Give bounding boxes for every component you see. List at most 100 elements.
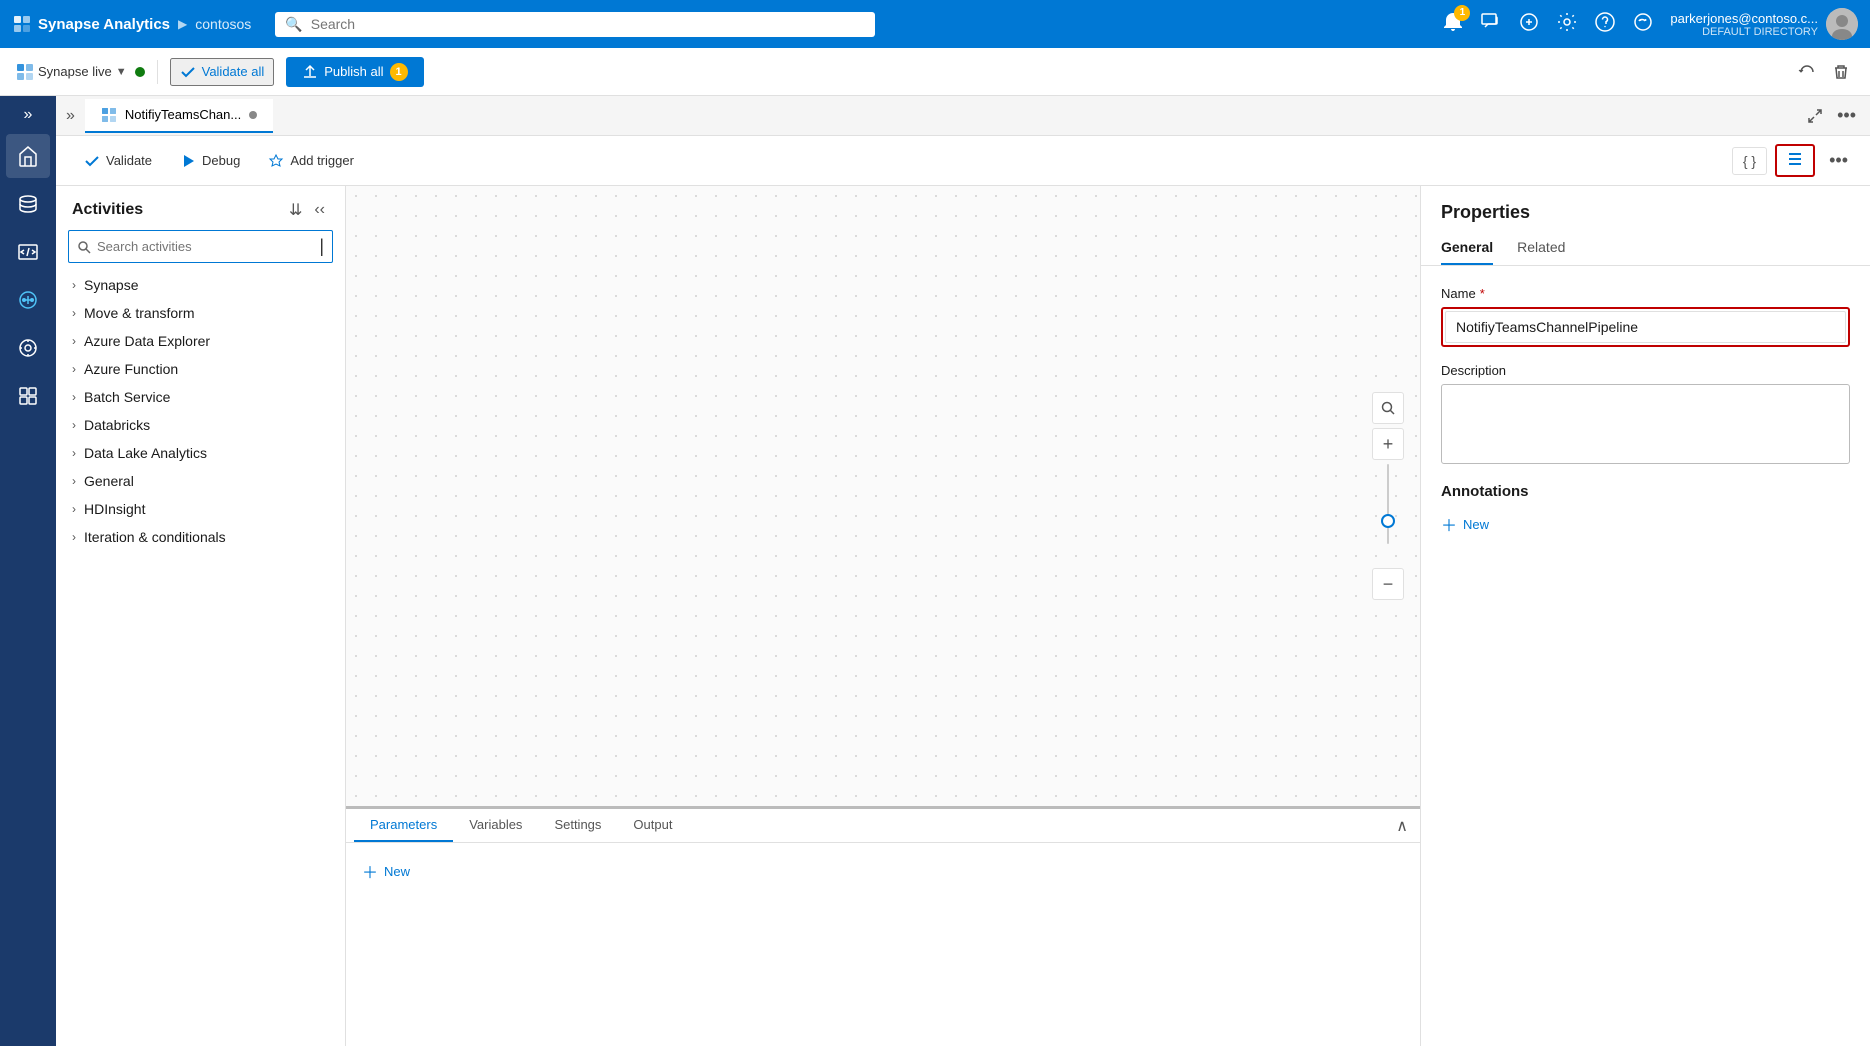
toolbar-divider bbox=[157, 60, 158, 84]
bottom-tab-output[interactable]: Output bbox=[617, 809, 688, 842]
validate-button[interactable]: Validate bbox=[72, 147, 164, 175]
synapse-live-button[interactable]: Synapse live ▼ bbox=[16, 63, 145, 81]
nav-icons-group: 1 bbox=[1442, 8, 1858, 40]
brand-logo: Synapse Analytics bbox=[12, 14, 170, 34]
bottom-tab-variables[interactable]: Variables bbox=[453, 809, 538, 842]
bottom-panel-collapse-button[interactable]: ∧ bbox=[1392, 814, 1412, 838]
bottom-tab-settings[interactable]: Settings bbox=[538, 809, 617, 842]
activity-group-synapse[interactable]: › Synapse bbox=[56, 271, 345, 299]
required-indicator: * bbox=[1480, 286, 1485, 301]
chevron-icon: › bbox=[72, 502, 76, 516]
description-input[interactable] bbox=[1441, 384, 1850, 464]
debug-button[interactable]: Debug bbox=[168, 147, 252, 175]
sidebar-item-data[interactable] bbox=[6, 182, 50, 226]
pipeline-tab-icon bbox=[101, 107, 117, 123]
refresh-button[interactable] bbox=[1794, 59, 1820, 85]
expand-button[interactable] bbox=[1803, 104, 1827, 128]
chat-icon[interactable] bbox=[1480, 11, 1502, 38]
activity-group-general[interactable]: › General bbox=[56, 467, 345, 495]
sidebar-item-home[interactable] bbox=[6, 134, 50, 178]
activity-group-databricks[interactable]: › Databricks bbox=[56, 411, 345, 439]
annotations-title: Annotations bbox=[1441, 483, 1850, 500]
feedback-icon[interactable] bbox=[1632, 11, 1654, 38]
canvas-search-button[interactable] bbox=[1372, 392, 1404, 424]
cursor-icon: | bbox=[319, 236, 324, 257]
activity-group-batch-service[interactable]: › Batch Service bbox=[56, 383, 345, 411]
sidebar-item-monitor[interactable] bbox=[6, 326, 50, 370]
activity-group-move-transform[interactable]: › Move & transform bbox=[56, 299, 345, 327]
bottom-panel: Parameters Variables Settings Output ∧ bbox=[346, 806, 1420, 1046]
tab-bar-right: ••• bbox=[1803, 100, 1862, 131]
plus-icon: ＋ bbox=[362, 859, 378, 883]
tab-settings-label: Settings bbox=[554, 817, 601, 832]
zoom-slider[interactable] bbox=[1387, 464, 1389, 564]
chevron-icon: › bbox=[72, 390, 76, 404]
prop-tab-related[interactable]: Related bbox=[1517, 231, 1565, 265]
validate-all-button[interactable]: Validate all bbox=[170, 58, 275, 86]
nav-chevron-icon: ▶ bbox=[178, 17, 187, 31]
pipeline-more-button[interactable]: ••• bbox=[1823, 145, 1854, 176]
tab-notifiy-teams[interactable]: NotifiyTeamsChan... bbox=[85, 99, 273, 133]
activities-header: Activities ⇊ ‹‹ bbox=[56, 186, 345, 230]
properties-view-button[interactable] bbox=[1775, 144, 1815, 177]
avatar[interactable] bbox=[1826, 8, 1858, 40]
user-name: parkerjones@contoso.c... bbox=[1670, 11, 1818, 26]
notification-badge: 1 bbox=[1454, 5, 1470, 21]
activities-search-box[interactable]: | bbox=[68, 230, 333, 263]
activity-group-label: Synapse bbox=[84, 277, 138, 293]
second-toolbar: Synapse live ▼ Validate all Publish all … bbox=[0, 48, 1870, 96]
canvas-zoom-in-button[interactable]: + bbox=[1372, 428, 1404, 460]
publish-all-button[interactable]: Publish all 1 bbox=[286, 57, 423, 87]
activities-close-button[interactable]: ‹‹ bbox=[310, 198, 329, 222]
canvas-zoom-out-button[interactable]: − bbox=[1372, 568, 1404, 600]
prop-tab-general[interactable]: General bbox=[1441, 231, 1493, 265]
sidebar-panel-collapse-button[interactable]: » bbox=[64, 105, 77, 127]
activity-group-label: Data Lake Analytics bbox=[84, 445, 207, 461]
validate-all-label: Validate all bbox=[202, 64, 265, 79]
user-info[interactable]: parkerjones@contoso.c... DEFAULT DIRECTO… bbox=[1670, 8, 1858, 40]
activities-collapse-all-button[interactable]: ⇊ bbox=[285, 198, 306, 222]
activity-group-data-lake-analytics[interactable]: › Data Lake Analytics bbox=[56, 439, 345, 467]
activity-group-label: Azure Function bbox=[84, 361, 178, 377]
activity-group-azure-function[interactable]: › Azure Function bbox=[56, 355, 345, 383]
name-input[interactable] bbox=[1445, 311, 1846, 343]
sidebar-collapse-button[interactable]: » bbox=[22, 104, 35, 126]
tab-more-button[interactable]: ••• bbox=[1831, 100, 1862, 131]
activities-search-input[interactable] bbox=[97, 239, 313, 254]
sidebar-item-integrate[interactable] bbox=[6, 278, 50, 322]
tab-bar: » NotifiyTeamsChan... ••• bbox=[56, 96, 1870, 136]
breadcrumb[interactable]: contosos bbox=[195, 16, 251, 32]
global-search-box[interactable]: 🔍 bbox=[275, 12, 875, 37]
activity-group-iteration-conditionals[interactable]: › Iteration & conditionals bbox=[56, 523, 345, 551]
activity-group-label: Azure Data Explorer bbox=[84, 333, 210, 349]
sidebar-item-manage[interactable] bbox=[6, 374, 50, 418]
properties-tabs: General Related bbox=[1421, 231, 1870, 266]
bottom-tab-parameters[interactable]: Parameters bbox=[354, 809, 453, 842]
new-annotation-label: New bbox=[1463, 517, 1489, 532]
publish-badge: 1 bbox=[390, 63, 408, 81]
help-icon[interactable] bbox=[1594, 11, 1616, 38]
activity-group-azure-data-explorer[interactable]: › Azure Data Explorer bbox=[56, 327, 345, 355]
notifications-icon[interactable]: 1 bbox=[1442, 11, 1464, 38]
delete-button[interactable] bbox=[1828, 59, 1854, 85]
activity-group-hdinsight[interactable]: › HDInsight bbox=[56, 495, 345, 523]
bell-icon[interactable] bbox=[1518, 11, 1540, 38]
add-annotation-button[interactable]: ＋ New bbox=[1441, 508, 1850, 540]
properties-panel: Properties General Related Name * bbox=[1420, 186, 1870, 1046]
bottom-tabs-right: ∧ bbox=[1392, 814, 1412, 838]
settings-nav-icon[interactable] bbox=[1556, 11, 1578, 38]
sidebar-item-develop[interactable] bbox=[6, 230, 50, 274]
canvas-container[interactable]: + − bbox=[346, 186, 1420, 806]
main-layout: » bbox=[0, 96, 1870, 1046]
properties-content: Name * Description Annotations ＋ New bbox=[1421, 266, 1870, 1046]
bottom-tabs: Parameters Variables Settings Output ∧ bbox=[346, 809, 1420, 843]
add-parameter-button[interactable]: ＋ New bbox=[362, 855, 1404, 887]
prop-general-label: General bbox=[1441, 239, 1493, 255]
activity-group-label: HDInsight bbox=[84, 501, 145, 517]
canvas-background bbox=[346, 186, 1420, 806]
code-view-button[interactable]: { } bbox=[1732, 147, 1767, 175]
synapse-live-icon bbox=[16, 63, 34, 81]
search-input[interactable] bbox=[311, 16, 866, 32]
add-trigger-button[interactable]: Add trigger bbox=[256, 147, 366, 175]
zoom-thumb[interactable] bbox=[1381, 514, 1395, 528]
